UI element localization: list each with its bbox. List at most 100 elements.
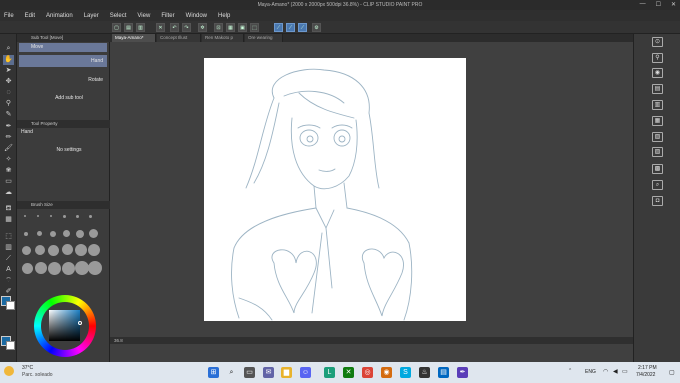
brush-size-option[interactable] bbox=[22, 263, 33, 274]
eyedropper-tool-icon[interactable]: ✎ bbox=[3, 110, 14, 120]
sub-color-swatch[interactable] bbox=[6, 301, 15, 310]
brush-size-option[interactable] bbox=[62, 244, 73, 255]
brush-size-option[interactable] bbox=[48, 262, 61, 275]
eraser-tool-icon[interactable]: ▭ bbox=[3, 177, 14, 187]
brush-tool-icon[interactable]: 🖌 bbox=[3, 144, 14, 154]
subview-icon[interactable]: ▨ bbox=[652, 147, 663, 157]
airbrush-tool-icon[interactable]: ✧ bbox=[3, 155, 14, 165]
sub-color-swatch-2[interactable] bbox=[6, 341, 15, 350]
color-picker-handle[interactable] bbox=[78, 321, 82, 325]
clip-studio-icon[interactable]: ✒ bbox=[457, 367, 468, 378]
balloon-tool-icon[interactable]: ⌔ bbox=[3, 276, 14, 286]
chrome-icon[interactable]: ◎ bbox=[362, 367, 373, 378]
sub-tool-group-move[interactable]: Move bbox=[19, 43, 107, 52]
store-icon[interactable]: ▤ bbox=[438, 367, 449, 378]
close-button[interactable]: ✕ bbox=[671, 1, 676, 8]
loading-icon[interactable]: ✲ bbox=[198, 23, 207, 32]
menu-file[interactable]: File bbox=[4, 13, 14, 19]
redo-icon[interactable]: ↷ bbox=[182, 23, 191, 32]
menu-help[interactable]: Help bbox=[218, 13, 230, 19]
maximize-button[interactable]: ☐ bbox=[656, 1, 661, 8]
decoration-tool-icon[interactable]: ❀ bbox=[3, 166, 14, 176]
brush-size-option[interactable] bbox=[48, 245, 59, 256]
sub-tool-item-hand[interactable]: Hand bbox=[19, 55, 107, 67]
language-indicator[interactable]: ENG bbox=[585, 369, 596, 375]
settings-icon[interactable]: ⚙ bbox=[312, 23, 321, 32]
add-sub-tool-button[interactable]: Add sub tool bbox=[19, 94, 107, 103]
brush-size-option[interactable] bbox=[35, 262, 47, 274]
xbox-icon[interactable]: ✕ bbox=[343, 367, 354, 378]
brush-size-option[interactable] bbox=[22, 246, 31, 255]
tab-maya-amano[interactable]: Maya-Amano* bbox=[112, 34, 156, 42]
tab-concept-illust[interactable]: Concept Illust bbox=[157, 34, 201, 42]
brush-size-option[interactable] bbox=[50, 231, 56, 237]
selection-icon[interactable]: ▣ bbox=[238, 23, 247, 32]
object-tool-icon[interactable]: ➤ bbox=[3, 66, 14, 76]
brush-size-option[interactable] bbox=[37, 215, 39, 217]
figure-tool-icon[interactable]: ⬚ bbox=[3, 232, 14, 242]
brush-size-option[interactable] bbox=[89, 229, 98, 238]
minimize-button[interactable]: — bbox=[640, 1, 646, 8]
brush-size-option[interactable] bbox=[62, 262, 75, 275]
tray-chevron-icon[interactable]: ⌃ bbox=[568, 368, 572, 374]
color-saturation-square[interactable] bbox=[49, 310, 80, 341]
transform-icon[interactable]: ⊡ bbox=[214, 23, 223, 32]
start-icon[interactable]: ⊞ bbox=[208, 367, 219, 378]
discord-icon[interactable]: ☺ bbox=[300, 367, 311, 378]
menu-select[interactable]: Select bbox=[110, 13, 127, 19]
brush-size-option[interactable] bbox=[50, 215, 52, 217]
menu-window[interactable]: Window bbox=[186, 13, 207, 19]
menu-view[interactable]: View bbox=[137, 13, 150, 19]
pen-tool-icon[interactable]: ✒ bbox=[3, 122, 14, 132]
history-icon[interactable]: ▧ bbox=[652, 132, 663, 142]
steam-icon[interactable]: ♨ bbox=[419, 367, 430, 378]
clock-time[interactable]: 2:17 PM bbox=[638, 365, 657, 371]
menu-layer[interactable]: Layer bbox=[84, 13, 99, 19]
fill-tool-icon[interactable]: ⛾ bbox=[3, 204, 14, 214]
canvas-paper[interactable] bbox=[204, 58, 466, 321]
snap-ruler-icon[interactable]: ⟋ bbox=[274, 23, 283, 32]
search-icon[interactable]: ⌕ bbox=[226, 367, 237, 378]
snap-grid-icon[interactable]: ⟋ bbox=[298, 23, 307, 32]
weather-icon[interactable] bbox=[4, 366, 14, 376]
brush-size-option[interactable] bbox=[75, 261, 89, 275]
brush-size-option[interactable] bbox=[24, 215, 26, 217]
zoom-tool-icon[interactable]: ⌕ bbox=[3, 44, 14, 54]
skype-icon[interactable]: S bbox=[400, 367, 411, 378]
save-icon[interactable]: ▥ bbox=[136, 23, 145, 32]
notification-icon[interactable]: ▢ bbox=[669, 369, 675, 376]
undo-icon[interactable]: ↶ bbox=[170, 23, 179, 32]
brush-size-option[interactable] bbox=[63, 215, 66, 218]
deselect-icon[interactable]: ⬚ bbox=[250, 23, 259, 32]
tool-icon[interactable]: ⚲ bbox=[652, 53, 663, 63]
menu-animation[interactable]: Animation bbox=[46, 13, 73, 19]
zoom-readout[interactable]: 36.8 bbox=[114, 338, 123, 343]
open-icon[interactable]: ▤ bbox=[124, 23, 133, 32]
sub-tool-item-rotate[interactable]: Rotate bbox=[19, 76, 107, 85]
menu-filter[interactable]: Filter bbox=[161, 13, 174, 19]
browser-icon[interactable]: ◉ bbox=[381, 367, 392, 378]
snap-special-icon[interactable]: ⟋ bbox=[286, 23, 295, 32]
brush-size-option[interactable] bbox=[37, 231, 42, 236]
brush-size-option[interactable] bbox=[76, 215, 79, 218]
clock-date[interactable]: 7/4/2022 bbox=[636, 372, 655, 378]
brush-size-option[interactable] bbox=[24, 232, 28, 236]
item-bank-icon[interactable]: ▩ bbox=[652, 164, 663, 174]
search-icon[interactable]: ⌕ bbox=[652, 180, 663, 190]
frame-tool-icon[interactable]: ▥ bbox=[3, 243, 14, 253]
task-view-icon[interactable]: ▭ bbox=[244, 367, 255, 378]
brush-size-option[interactable] bbox=[89, 215, 92, 218]
blend-tool-icon[interactable]: ☁ bbox=[3, 188, 14, 198]
wand-tool-icon[interactable]: ⚲ bbox=[3, 99, 14, 109]
material-icon[interactable]: ▦ bbox=[652, 116, 663, 126]
navigator-icon[interactable]: ⊙ bbox=[652, 37, 663, 47]
layer-icon[interactable]: ▤ bbox=[652, 84, 663, 94]
app-l-icon[interactable]: L bbox=[324, 367, 335, 378]
hand-tool-icon[interactable]: ✋ bbox=[3, 55, 14, 65]
brush-size-option[interactable] bbox=[76, 230, 84, 238]
fill-icon[interactable]: ▦ bbox=[226, 23, 235, 32]
tab-ore-wearing[interactable]: Ore wearing bbox=[245, 34, 283, 42]
layer-property-icon[interactable]: ▥ bbox=[652, 100, 663, 110]
chat-icon[interactable]: ✉ bbox=[263, 367, 274, 378]
volume-icon[interactable]: ◀ bbox=[613, 368, 618, 375]
